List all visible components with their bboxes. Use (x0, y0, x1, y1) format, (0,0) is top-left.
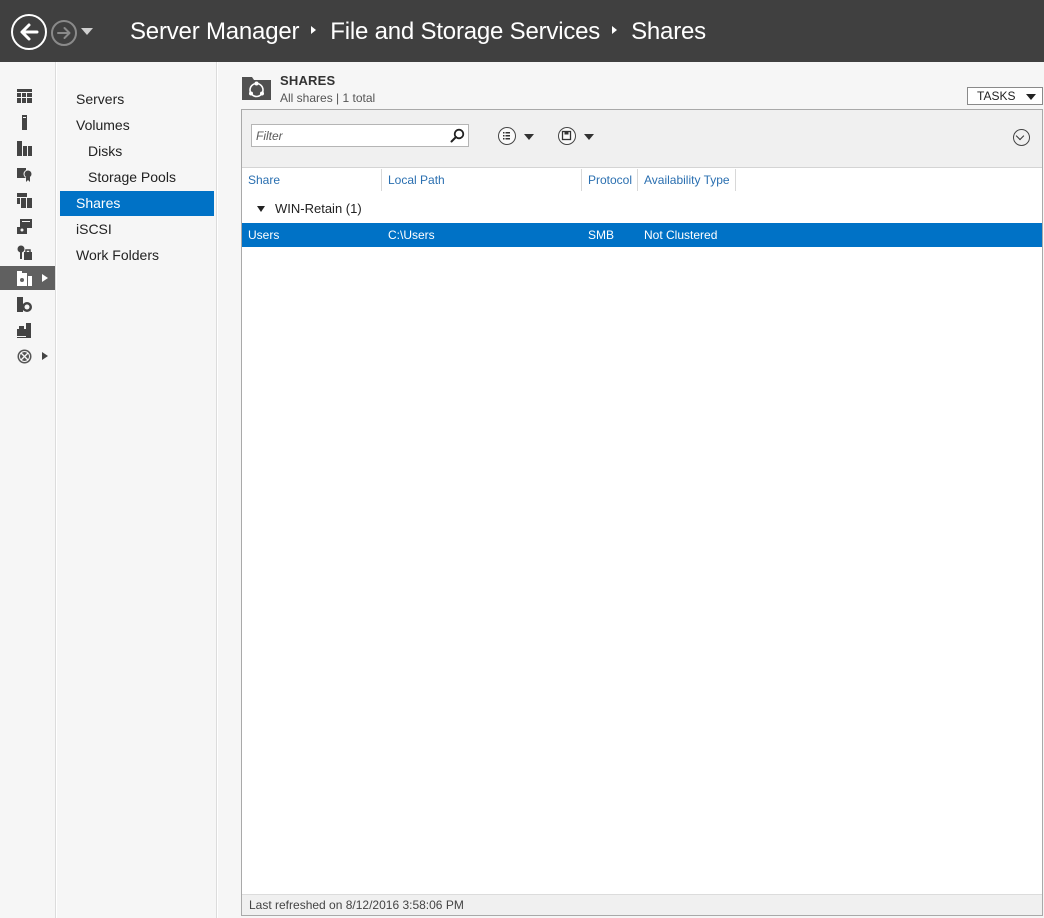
subnav-item-work-folders[interactable]: Work Folders (60, 243, 214, 268)
file-storage-services-icon (17, 271, 32, 286)
rail-item-dashboard[interactable] (0, 84, 55, 108)
history-dropdown-button[interactable] (80, 25, 94, 39)
breadcrumb-file-storage-services[interactable]: File and Storage Services (330, 18, 600, 46)
title-bar: Server Manager File and Storage Services… (0, 0, 1044, 62)
breadcrumb: Server Manager File and Storage Services… (130, 17, 706, 47)
cell-protocol: SMB (588, 228, 615, 242)
rail-item-all-servers[interactable] (0, 136, 55, 160)
group-label: WIN-Retain (1) (275, 201, 362, 216)
rail-item-dhcp[interactable] (0, 214, 55, 238)
back-button[interactable] (11, 14, 47, 50)
rail-item-ad-cs[interactable] (0, 162, 55, 186)
panel-toolbar (242, 110, 1042, 168)
expand-panel-button[interactable] (1013, 129, 1030, 146)
rail-item-ad-ds[interactable] (0, 188, 55, 212)
local-server-icon (22, 115, 27, 130)
chevron-down-icon (81, 28, 93, 35)
chevron-down-icon (524, 134, 534, 140)
subnav-item-servers[interactable]: Servers (60, 87, 214, 112)
shared-folder-icon (242, 77, 271, 100)
arrow-left-icon (20, 23, 39, 41)
filter-input[interactable] (251, 124, 469, 147)
print-services-icon (17, 323, 31, 338)
forward-button[interactable] (51, 20, 77, 46)
main-content: SHARES All shares | 1 total TASKS Filter… (218, 62, 1044, 918)
ad-domain-services-icon (17, 193, 32, 208)
rail-item-iis[interactable] (0, 292, 55, 316)
shares-panel: Share Local Path Protocol Availability T… (241, 109, 1043, 916)
dashboard-icon (17, 89, 32, 103)
share-count-subtitle: All shares | 1 total (280, 91, 376, 105)
save-query-button[interactable] (558, 126, 598, 146)
cell-availability-type: Not Clustered (644, 228, 718, 242)
sub-navigation: Servers Volumes Disks Storage Pools Shar… (57, 62, 217, 918)
search-icon[interactable] (450, 128, 465, 143)
column-header-share[interactable]: Share (242, 169, 382, 191)
expand-arrow-icon[interactable] (42, 352, 48, 360)
iis-icon (17, 297, 32, 312)
column-header-local-path[interactable]: Local Path (382, 169, 582, 191)
breadcrumb-separator-icon (612, 26, 618, 34)
dhcp-icon (17, 219, 32, 234)
rail-item-remote-access[interactable] (0, 344, 55, 368)
tasks-label: TASKS (977, 89, 1016, 103)
breadcrumb-separator-icon (311, 26, 317, 34)
expand-arrow-icon[interactable] (42, 274, 48, 282)
group-header-win-retain[interactable]: WIN-Retain (1) (242, 198, 1042, 220)
all-servers-icon (17, 141, 32, 156)
breadcrumb-server-manager[interactable]: Server Manager (130, 18, 299, 46)
chevron-down-icon (1026, 94, 1036, 100)
save-icon (558, 127, 576, 145)
cell-share: Users (248, 228, 280, 242)
breadcrumb-shares[interactable]: Shares (631, 18, 706, 46)
column-header-protocol[interactable]: Protocol (582, 169, 638, 191)
subnav-item-iscsi[interactable]: iSCSI (60, 217, 214, 242)
query-options-button[interactable] (498, 126, 538, 146)
cell-local-path: C:\Users (388, 228, 435, 242)
rail-item-file-storage-services[interactable] (0, 266, 55, 290)
rail-item-print-services[interactable] (0, 318, 55, 342)
table-row[interactable]: Users C:\Users SMB Not Clustered (242, 223, 1042, 247)
subnav-item-shares[interactable]: Shares (60, 191, 214, 216)
dns-icon (17, 245, 32, 260)
rail-item-local-server[interactable] (0, 110, 55, 134)
remote-access-icon (17, 349, 32, 364)
collapse-arrow-icon[interactable] (257, 206, 265, 212)
arrow-right-icon (57, 27, 71, 39)
ad-certificate-services-icon (17, 168, 33, 182)
list-icon (498, 127, 516, 145)
rail-item-dns[interactable] (0, 240, 55, 264)
tasks-dropdown-button[interactable]: TASKS (967, 87, 1043, 105)
page-title: SHARES (280, 73, 336, 88)
subnav-item-volumes[interactable]: Volumes (60, 113, 214, 138)
chevron-down-icon (584, 134, 594, 140)
column-header-availability-type[interactable]: Availability Type (638, 169, 736, 191)
subnav-item-storage-pools[interactable]: Storage Pools (60, 165, 214, 190)
icon-rail (0, 62, 56, 918)
status-bar: Last refreshed on 8/12/2016 3:58:06 PM (242, 894, 1042, 915)
subnav-item-disks[interactable]: Disks (60, 139, 214, 164)
